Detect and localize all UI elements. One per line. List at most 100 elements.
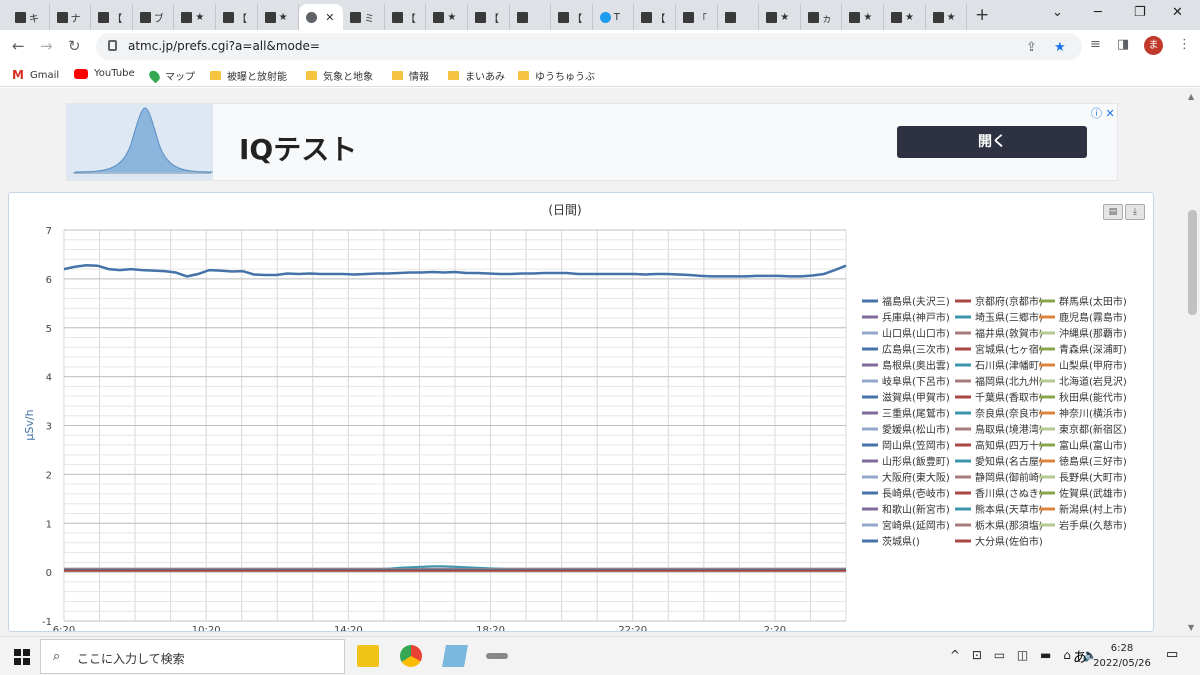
- tab-title: キ: [29, 13, 39, 25]
- legend-item: 山梨県(甲府市): [1059, 359, 1127, 372]
- bookmark-folder[interactable]: 気象と地象: [306, 68, 373, 83]
- y-tick-label: 1: [46, 519, 52, 530]
- legend-item: 栃木県(那須塩): [975, 519, 1043, 532]
- minimize-icon[interactable]: ⌄: [1052, 5, 1063, 20]
- legend-item: 鳥取県(境港湾): [975, 423, 1043, 436]
- file-explorer-icon[interactable]: [357, 645, 379, 667]
- ad-open-button[interactable]: 開く: [897, 126, 1087, 158]
- bookmark-gmail[interactable]: M Gmail: [12, 68, 59, 82]
- notification-icon[interactable]: ▭: [1166, 647, 1178, 662]
- reading-list-icon[interactable]: ≡: [1090, 37, 1101, 52]
- address-bar[interactable]: atmc.jp/prefs.cgi?a=all&mode= ⇪ ★: [96, 33, 1082, 60]
- url-text[interactable]: atmc.jp/prefs.cgi?a=all&mode=: [128, 39, 320, 53]
- legend-item: 兵庫県(神戸市): [882, 311, 950, 324]
- browser-tab[interactable]: ★: [759, 4, 801, 30]
- app-tile-icon: [98, 11, 110, 23]
- browser-tab[interactable]: ★: [884, 4, 926, 30]
- download-icon[interactable]: ⤓: [1125, 204, 1145, 220]
- browser-tab[interactable]: ★: [926, 4, 968, 30]
- page-scrollbar[interactable]: ▲ ▼: [1185, 88, 1200, 636]
- tab-title: 【: [489, 13, 499, 25]
- ad-info-close-icon[interactable]: ⓘ ✕: [1091, 105, 1115, 121]
- browser-tab[interactable]: ★: [842, 4, 884, 30]
- windows-taskbar: ⌕ ここに入力して検索 ^ ⊡ ▭ ◫ ▬ ⌂ 🔈 あ 6:28 2022/05…: [0, 636, 1200, 675]
- bookmark-folder[interactable]: 被曝と放射能: [210, 68, 287, 83]
- back-arrow-icon[interactable]: ←: [12, 37, 25, 55]
- tab-title: ★: [780, 11, 790, 23]
- browser-tab-active[interactable]: ✕: [299, 4, 344, 30]
- app-tile-icon: [516, 11, 528, 23]
- browser-tab[interactable]: 【: [216, 4, 258, 30]
- ad-banner[interactable]: IQテスト 開く ⓘ ✕: [66, 103, 1118, 181]
- browser-tab[interactable]: 【: [385, 4, 427, 30]
- legend-item: 長野県(大町市): [1059, 471, 1127, 484]
- browser-tab[interactable]: [510, 4, 552, 30]
- bookmark-label: 被曝と放射能: [227, 72, 287, 83]
- app-tile-icon: [932, 11, 944, 23]
- close-window-button[interactable]: ✕: [1172, 5, 1183, 20]
- restore-window-button[interactable]: ❐: [1134, 5, 1146, 20]
- bookmark-youtube[interactable]: YouTube: [74, 68, 135, 79]
- scroll-up-arrow-icon[interactable]: ▲: [1188, 92, 1194, 101]
- scrollbar-thumb[interactable]: [1188, 210, 1197, 315]
- x-tick-label: 10:20: [192, 625, 221, 631]
- browser-tab[interactable]: T: [593, 4, 635, 30]
- legend-item: 高知県(四万十): [975, 439, 1043, 452]
- y-tick-label: 6: [46, 275, 52, 286]
- reload-icon[interactable]: ↻: [68, 37, 81, 55]
- legend-item: 群馬県(太田市): [1059, 295, 1127, 308]
- browser-tab[interactable]: ★: [174, 4, 216, 30]
- bookmark-star-icon[interactable]: ★: [1054, 40, 1066, 55]
- browser-tab[interactable]: [718, 4, 760, 30]
- windows-start-icon[interactable]: [14, 649, 30, 665]
- ime-indicator[interactable]: あ: [1073, 647, 1087, 667]
- notepad-icon[interactable]: [442, 645, 468, 667]
- new-tab-button[interactable]: +: [975, 5, 989, 25]
- legend-item: 山口県(山口市): [882, 327, 950, 340]
- browser-tab[interactable]: 【: [468, 4, 510, 30]
- close-tab-icon[interactable]: ✕: [325, 11, 334, 24]
- browser-tab[interactable]: 【: [551, 4, 593, 30]
- browser-tab[interactable]: キ: [8, 4, 50, 30]
- clock-date: 2022/05/26: [1093, 658, 1151, 669]
- y-tick-label: 5: [46, 324, 52, 335]
- bookmark-label: まいあみ: [465, 72, 505, 83]
- scroll-down-arrow-icon[interactable]: ▼: [1188, 623, 1194, 632]
- tab-title: 「: [697, 13, 707, 25]
- bookmark-folder[interactable]: 情報: [392, 68, 429, 83]
- legend-item: 岐阜県(下呂市): [882, 375, 950, 388]
- lock-icon: [108, 40, 117, 51]
- browser-tab[interactable]: ★: [426, 4, 468, 30]
- x-tick-label: 18:20: [476, 625, 505, 631]
- browser-tab[interactable]: ナ: [50, 4, 92, 30]
- tab-title: T: [613, 11, 620, 23]
- search-placeholder: ここに入力して検索: [77, 652, 185, 666]
- legend-item: 宮城県(七ヶ宿): [975, 343, 1043, 356]
- browser-tab[interactable]: ★: [258, 4, 300, 30]
- youtube-icon: [74, 68, 88, 79]
- x-tick-label: 22:20: [618, 625, 647, 631]
- browser-tab[interactable]: ヵ: [801, 4, 843, 30]
- menu-kebab-icon[interactable]: ⋮: [1178, 37, 1191, 52]
- print-icon[interactable]: ▤: [1103, 204, 1123, 220]
- app-pen-icon[interactable]: [486, 653, 508, 659]
- minimize-window-button[interactable]: ─: [1094, 5, 1102, 20]
- browser-tab[interactable]: ブ: [133, 4, 175, 30]
- browser-tab[interactable]: 【: [91, 4, 133, 30]
- tab-title: 【: [405, 13, 416, 25]
- taskbar-clock[interactable]: 6:28 2022/05/26: [1092, 641, 1152, 671]
- bookmark-maps[interactable]: マップ: [147, 68, 195, 83]
- bookmark-folder[interactable]: まいあみ: [448, 68, 505, 83]
- profile-avatar[interactable]: ま: [1144, 36, 1163, 55]
- browser-tab[interactable]: 「: [676, 4, 718, 30]
- forward-arrow-icon[interactable]: →: [40, 37, 53, 55]
- chrome-icon[interactable]: [400, 645, 422, 667]
- taskbar-search-box[interactable]: ⌕ ここに入力して検索: [40, 639, 345, 674]
- app-tile-icon: [15, 11, 26, 23]
- browser-tab[interactable]: 【: [634, 4, 676, 30]
- share-icon[interactable]: ⇪: [1026, 40, 1037, 55]
- tab-strip: キ ナ 【 ブ ★ 【 ★ ✕ ミ 【 ★ 【 【 T 【 「 ★ ヵ ★ ★ ★: [0, 0, 1200, 30]
- browser-tab[interactable]: ミ: [343, 4, 385, 30]
- bookmark-folder[interactable]: ゆうちゅうぶ: [518, 68, 595, 83]
- side-panel-icon[interactable]: ◨: [1117, 37, 1129, 52]
